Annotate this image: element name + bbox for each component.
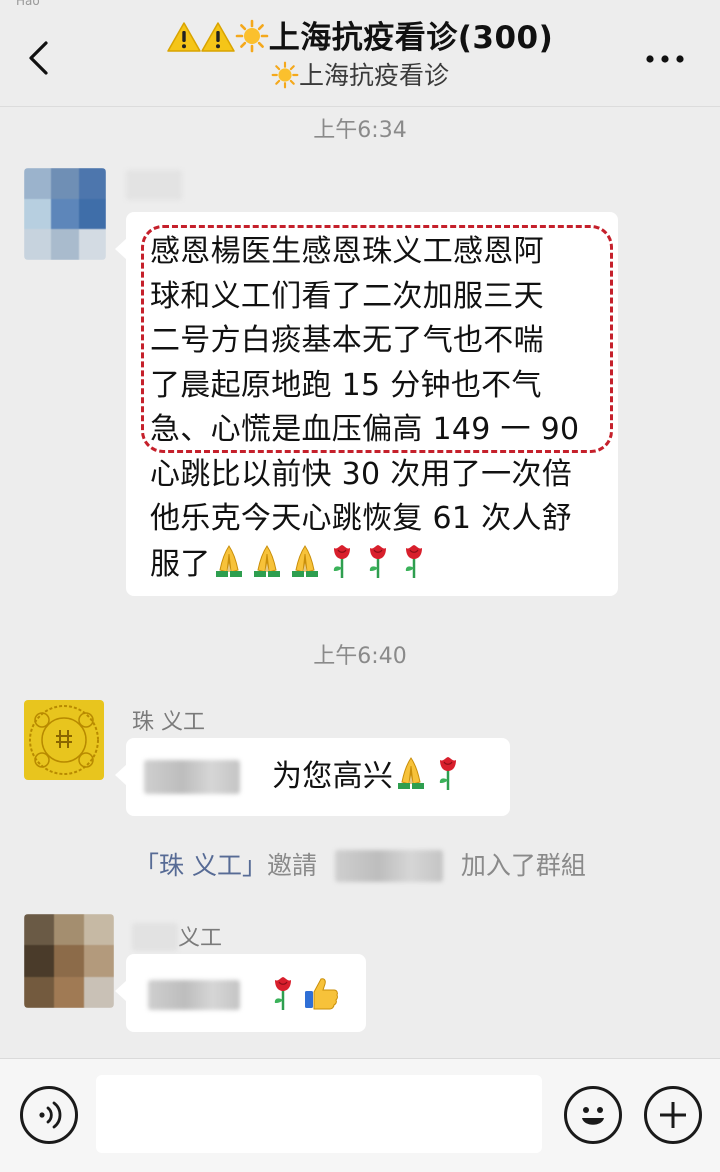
- sender-name: 珠 义工: [132, 710, 205, 735]
- sun-icon: [271, 61, 299, 89]
- inviter-link[interactable]: 「珠 义工」: [134, 851, 267, 880]
- message-line: 二号方白痰基本无了气也不喘: [150, 323, 544, 358]
- avatar-image: [24, 914, 114, 1008]
- blurred-mention: [148, 980, 240, 1010]
- system-suffix: 加入了群組: [460, 851, 586, 880]
- sender-name: 义工: [132, 920, 222, 952]
- pray-emoji: [398, 757, 425, 789]
- status-bar-text: Hao: [16, 0, 40, 8]
- warning-icon: [200, 22, 235, 52]
- message-line: 他乐克今天心跳恢复 61 次人舒: [150, 501, 573, 536]
- blurred-sender-name: [126, 170, 182, 200]
- message-input[interactable]: [96, 1075, 542, 1153]
- voice-button[interactable]: [20, 1086, 78, 1144]
- blurred-mention: [144, 760, 240, 794]
- message-text-content: 为您高兴: [272, 759, 394, 794]
- chat-title: 上海抗疫看诊(300): [120, 18, 600, 58]
- message-timestamp: 上午6:40: [313, 644, 407, 669]
- chat-title-text: 上海抗疫看诊(300): [268, 20, 554, 56]
- thumbs-up-emoji: [305, 978, 338, 1010]
- chat-screen: Hao 上海抗疫看诊(300) 上海抗疫看诊 上午6:34 感恩楊医生感恩珠义工…: [0, 0, 720, 1172]
- warning-icon: [166, 22, 201, 52]
- message-bubble[interactable]: 感恩楊医生感恩珠义工感恩阿 球和义工们看了二次加服三天 二号方白痰基本无了气也不…: [115, 212, 618, 596]
- emoji-button[interactable]: [564, 1086, 622, 1144]
- rose-emoji: [333, 544, 350, 578]
- more-dots-icon: [646, 55, 684, 63]
- sender-name: [126, 170, 182, 206]
- rose-emoji: [440, 757, 457, 790]
- back-button[interactable]: [22, 34, 62, 82]
- pray-emoji: [291, 544, 318, 577]
- avatar-image: [24, 168, 106, 260]
- message-line-text: 服了: [150, 546, 211, 582]
- chat-header: Hao 上海抗疫看诊(300) 上海抗疫看诊: [0, 0, 720, 107]
- more-button[interactable]: [640, 44, 690, 74]
- avatar-image: [24, 700, 104, 780]
- chat-subtitle: 上海抗疫看诊: [120, 60, 600, 92]
- avatar[interactable]: [24, 914, 114, 1008]
- system-verb: 邀請: [267, 851, 318, 880]
- message-bubble[interactable]: [115, 954, 366, 1032]
- avatar[interactable]: [24, 168, 106, 260]
- message-text: 感恩楊医生感恩珠义工感恩阿 球和义工们看了二次加服三天 二号方白痰基本无了气也不…: [150, 230, 610, 587]
- message-timestamp: 上午6:34: [313, 118, 407, 143]
- system-notice: 「珠 义工」邀請 加入了群組: [0, 846, 720, 882]
- message-line: 急、心慌是血压偏高 149 一 90: [150, 412, 580, 447]
- message-emojis: [266, 974, 342, 1012]
- message-line: 心跳比以前快 30 次用了一次倍: [150, 456, 573, 492]
- message-line: 了晨起原地跑 15 分钟也不气: [150, 367, 542, 403]
- blurred-sender-name: [132, 923, 178, 951]
- message-line: 服了: [150, 542, 610, 588]
- pray-emoji: [253, 544, 280, 577]
- plus-icon: [660, 1102, 686, 1128]
- smiley-icon: [582, 1107, 604, 1125]
- message-line: 球和义工们看了二次加服三天: [150, 278, 544, 314]
- voice-icon: [39, 1101, 62, 1129]
- chevron-left-icon: [29, 41, 48, 75]
- blurred-invitee: [334, 850, 443, 882]
- pray-emoji: [215, 544, 242, 577]
- rose-emoji: [369, 544, 386, 578]
- title-block: 上海抗疫看诊(300) 上海抗疫看诊: [120, 18, 600, 92]
- avatar[interactable]: [24, 700, 104, 780]
- message-bubble[interactable]: 为您高兴: [115, 738, 510, 816]
- sender-name-text: 义工: [178, 926, 223, 951]
- rose-emoji: [405, 544, 422, 578]
- input-bar: [0, 1058, 720, 1172]
- message-text: 为您高兴: [272, 754, 467, 800]
- plus-button[interactable]: [644, 1086, 702, 1144]
- chat-subtitle-text: 上海抗疫看诊: [298, 61, 449, 90]
- rose-emoji: [274, 977, 291, 1010]
- sun-icon: [235, 19, 269, 53]
- message-line: 感恩楊医生感恩珠义工感恩阿: [150, 234, 544, 269]
